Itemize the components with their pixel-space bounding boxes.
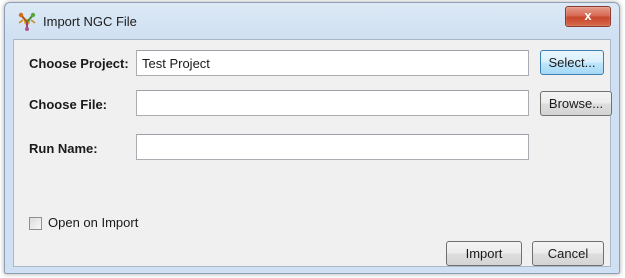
select-button[interactable]: Select... [540, 50, 604, 75]
run-name-label: Run Name: [29, 141, 98, 156]
window-title: Import NGC File [43, 14, 137, 29]
close-button[interactable]: x [565, 6, 611, 27]
import-button[interactable]: Import [446, 241, 522, 266]
import-ngc-dialog: Import NGC File x Choose Project: Select… [4, 2, 620, 274]
title-bar[interactable]: Import NGC File x [5, 3, 619, 39]
dialog-body: Choose Project: Select... Choose File: B… [13, 39, 612, 267]
choose-project-label: Choose Project: [29, 56, 129, 71]
project-input[interactable] [136, 50, 529, 76]
open-on-import-label[interactable]: Open on Import [48, 215, 138, 230]
open-on-import-checkbox[interactable] [29, 217, 42, 230]
browse-button[interactable]: Browse... [540, 91, 612, 116]
ngc-app-icon [18, 12, 36, 31]
choose-file-label: Choose File: [29, 97, 108, 112]
run-name-input[interactable] [136, 134, 529, 160]
cancel-button[interactable]: Cancel [532, 241, 604, 266]
file-input[interactable] [136, 90, 529, 116]
